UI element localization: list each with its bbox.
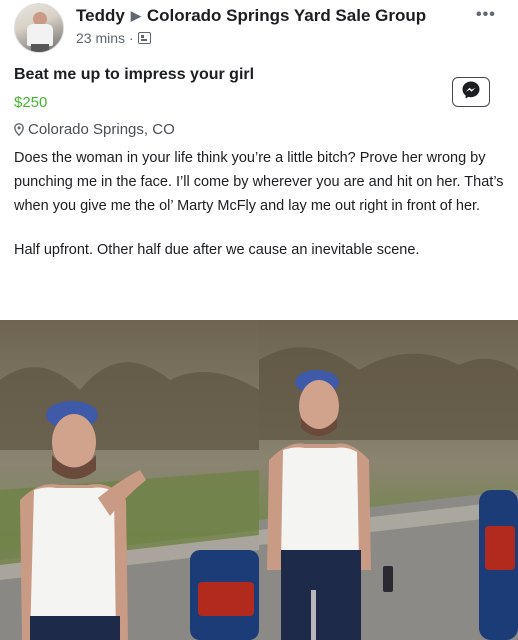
listing-location: Colorado Springs, CO (14, 121, 175, 138)
avatar[interactable] (14, 3, 64, 53)
author-name[interactable]: Teddy (76, 6, 125, 25)
listing-photos[interactable] (0, 320, 518, 640)
group-name[interactable]: Colorado Springs Yard Sale Group (147, 6, 426, 25)
post-time[interactable]: 23 mins (76, 30, 125, 46)
listing-photo[interactable] (0, 320, 259, 640)
listing-photo[interactable] (259, 320, 518, 640)
description-paragraph: Does the woman in your life think you’re… (14, 150, 504, 214)
group-icon (137, 32, 151, 44)
listing-title: Beat me up to impress your girl (14, 66, 255, 83)
listing-description: Does the woman in your life think you’re… (14, 146, 504, 282)
meta-separator: · (129, 30, 134, 46)
location-pin-icon (14, 123, 24, 136)
messenger-icon (461, 80, 481, 105)
location-text: Colorado Springs, CO (28, 121, 175, 138)
post-title-row: Teddy ▶ Colorado Springs Yard Sale Group (76, 6, 426, 26)
more-options-icon[interactable]: ••• (476, 6, 496, 24)
description-paragraph: Half upfront. Other half due after we ca… (14, 242, 420, 258)
messenger-button[interactable] (452, 77, 490, 107)
right-arrow-icon: ▶ (130, 8, 141, 23)
post-header: Teddy ▶ Colorado Springs Yard Sale Group 2… (0, 0, 518, 56)
listing-price: $250 (14, 94, 48, 111)
post-meta: 23 mins · (76, 30, 151, 46)
